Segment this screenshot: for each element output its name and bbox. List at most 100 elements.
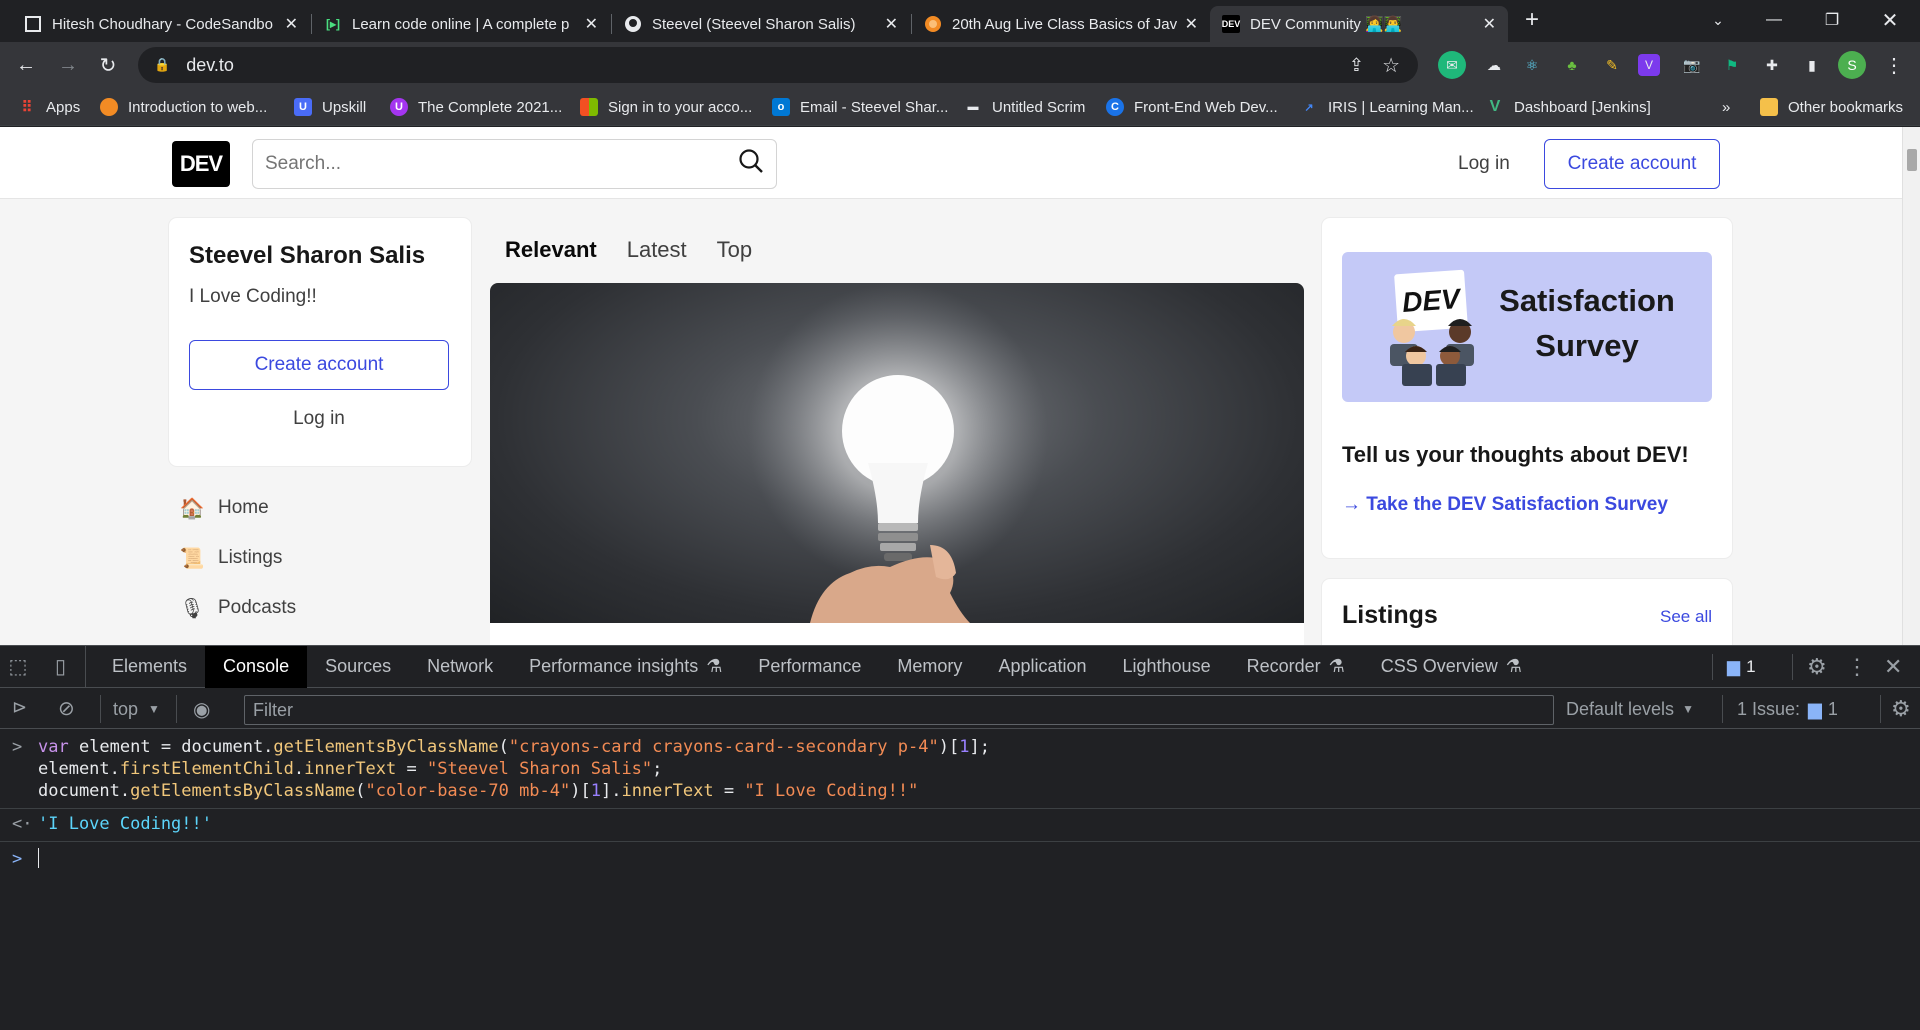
console-filter-input[interactable]: Filter: [244, 695, 1554, 725]
bookmark-item[interactable]: V Dashboard [Jenkins]: [1486, 96, 1651, 118]
page-scrollbar[interactable]: [1902, 127, 1920, 645]
tab-top[interactable]: Top: [702, 231, 767, 269]
close-tab-icon[interactable]: ✕: [285, 14, 298, 34]
more-options-icon[interactable]: ⋮: [1846, 654, 1868, 680]
feed-tabs: Relevant Latest Top: [490, 231, 767, 269]
bookmark-item[interactable]: Introduction to web...: [100, 96, 267, 118]
camera-icon[interactable]: 📷: [1678, 51, 1706, 79]
tab-relevant[interactable]: Relevant: [490, 231, 612, 269]
console-toolbar: ⊳ ⊘ top ▼ ◉ Filter Default levels ▼ 1 Issu…: [0, 689, 1920, 729]
article-cover-image[interactable]: [490, 283, 1304, 623]
extension-icon[interactable]: ✎: [1598, 51, 1626, 79]
reload-icon[interactable]: ↻: [94, 51, 122, 79]
browser-tab[interactable]: Hitesh Choudhary - CodeSandbo ✕: [12, 6, 310, 42]
profile-initial: S: [1847, 57, 1857, 73]
browser-tab-active[interactable]: DEV DEV Community 👩‍💻👨‍💻 ✕: [1210, 6, 1508, 42]
bookmark-item[interactable]: o Email - Steevel Shar...: [772, 96, 948, 118]
tab-application[interactable]: Application: [980, 646, 1104, 688]
sidebar-item-podcasts[interactable]: 🎙 Podcasts: [179, 583, 296, 633]
sidebar-create-account-button[interactable]: Create account: [189, 340, 449, 390]
bookmark-item[interactable]: ▬ Untitled Scrim: [964, 96, 1086, 118]
bookmarks-overflow-icon[interactable]: »: [1722, 96, 1730, 118]
sidebar-login-link[interactable]: Log in: [189, 394, 449, 444]
see-all-link[interactable]: See all: [1660, 607, 1712, 627]
survey-link[interactable]: → Take the DEV Satisfaction Survey: [1342, 494, 1668, 516]
close-tab-icon[interactable]: ✕: [1483, 14, 1496, 34]
tab-css-overview[interactable]: CSS Overview ⚗: [1363, 646, 1540, 688]
browser-tab[interactable]: Steevel (Steevel Sharon Salis) ✕: [612, 6, 910, 42]
close-window-icon[interactable]: ✕: [1866, 0, 1914, 40]
bookmark-item[interactable]: U Upskill: [294, 96, 366, 118]
extension-icon[interactable]: ✉: [1438, 51, 1466, 79]
new-tab-button[interactable]: +: [1508, 0, 1556, 40]
bookmark-item[interactable]: ↗ IRIS | Learning Man...: [1300, 96, 1473, 118]
scrollbar-thumb[interactable]: [1907, 149, 1917, 171]
sidebar-item-listings[interactable]: 📜 Listings: [180, 533, 296, 583]
close-tab-icon[interactable]: ✕: [585, 14, 598, 34]
messages-badge[interactable]: ▆ 1: [1712, 654, 1756, 680]
extension-icon[interactable]: ☁: [1480, 51, 1508, 79]
bookmark-star-icon[interactable]: ☆: [1382, 53, 1400, 78]
tab-elements[interactable]: Elements: [94, 646, 205, 688]
inspect-element-icon[interactable]: ⬚: [0, 646, 36, 688]
menu-kebab-icon[interactable]: ⋮: [1880, 51, 1908, 79]
create-account-button[interactable]: Create account: [1544, 139, 1720, 189]
forward-icon[interactable]: →: [54, 51, 82, 79]
iris-icon: ↗: [1304, 101, 1314, 114]
side-panel-icon[interactable]: ▮: [1798, 51, 1826, 79]
extension-icon[interactable]: V: [1638, 54, 1660, 76]
tab-sources[interactable]: Sources: [307, 646, 409, 688]
tab-lighthouse[interactable]: Lighthouse: [1105, 646, 1229, 688]
close-tab-icon[interactable]: ✕: [885, 14, 898, 34]
sidebar-toggle-icon[interactable]: ⊳: [12, 697, 27, 718]
extension-icon[interactable]: ⚑: [1718, 51, 1746, 79]
extension-icon[interactable]: ♣: [1558, 51, 1586, 79]
close-tab-icon[interactable]: ✕: [1185, 14, 1198, 34]
search-input[interactable]: [265, 153, 738, 175]
console-input-line: element.firstElementChild.innerText = "S…: [0, 758, 1920, 780]
bookmark-item[interactable]: Sign in to your acco...: [580, 96, 752, 118]
bookmark-item[interactable]: C Front-End Web Dev...: [1106, 96, 1278, 118]
minimize-icon[interactable]: —: [1750, 0, 1798, 40]
search-icon[interactable]: [738, 148, 764, 180]
bookmark-item[interactable]: U The Complete 2021...: [390, 96, 562, 118]
settings-gear-icon[interactable]: ⚙: [1792, 654, 1827, 680]
tab-recorder[interactable]: Recorder ⚗: [1229, 646, 1363, 688]
tab-performance-insights[interactable]: Performance insights ⚗: [511, 646, 740, 688]
puzzle-icon[interactable]: ✚: [1758, 51, 1786, 79]
overflow-label: »: [1722, 98, 1731, 116]
clear-console-icon[interactable]: ⊘: [58, 696, 75, 721]
console-settings-icon[interactable]: ⚙: [1880, 695, 1911, 723]
live-expression-eye-icon[interactable]: ◉: [176, 695, 210, 723]
profile-avatar[interactable]: S: [1838, 51, 1866, 79]
share-icon[interactable]: ⇪: [1349, 55, 1364, 76]
browser-tab[interactable]: [▸] Learn code online | A complete p ✕: [312, 6, 610, 42]
other-bookmarks[interactable]: Other bookmarks: [1760, 96, 1903, 118]
react-devtools-icon[interactable]: ⚛: [1518, 51, 1546, 79]
circle-icon: [100, 98, 118, 116]
log-levels-select[interactable]: Default levels ▼: [1566, 695, 1694, 723]
context-select[interactable]: top ▼: [100, 695, 160, 723]
bookmark-label: Untitled Scrim: [992, 98, 1086, 116]
sidebar-item-home[interactable]: 🏠 Home: [180, 483, 296, 533]
browser-tab[interactable]: 20th Aug Live Class Basics of Java ✕: [912, 6, 1210, 42]
tab-console[interactable]: Console: [205, 645, 308, 688]
login-link[interactable]: Log in: [1440, 147, 1528, 181]
tab-memory[interactable]: Memory: [879, 646, 980, 688]
tab-network[interactable]: Network: [409, 646, 511, 688]
device-toolbar-icon[interactable]: ▯: [36, 645, 86, 688]
address-bar[interactable]: 🔒 dev.to ⇪ ☆: [138, 47, 1418, 83]
u-icon: U: [294, 98, 312, 116]
close-devtools-icon[interactable]: ✕: [1884, 654, 1902, 680]
dev-logo[interactable]: DEV: [172, 141, 230, 187]
console-prompt[interactable]: >: [0, 842, 1920, 872]
tab-search-icon[interactable]: ⌄: [1694, 0, 1742, 40]
bookmark-label: Dashboard [Jenkins]: [1514, 98, 1651, 116]
tab-performance[interactable]: Performance: [740, 646, 879, 688]
issues-counter[interactable]: 1 Issue: ▆ 1: [1722, 695, 1838, 723]
restore-icon[interactable]: ❐: [1808, 0, 1856, 40]
bookmark-apps[interactable]: ⠿ Apps: [18, 96, 81, 118]
tab-latest[interactable]: Latest: [612, 231, 702, 269]
back-icon[interactable]: ←: [12, 51, 40, 79]
survey-banner[interactable]: DEV Satisfaction Survey: [1342, 252, 1712, 402]
